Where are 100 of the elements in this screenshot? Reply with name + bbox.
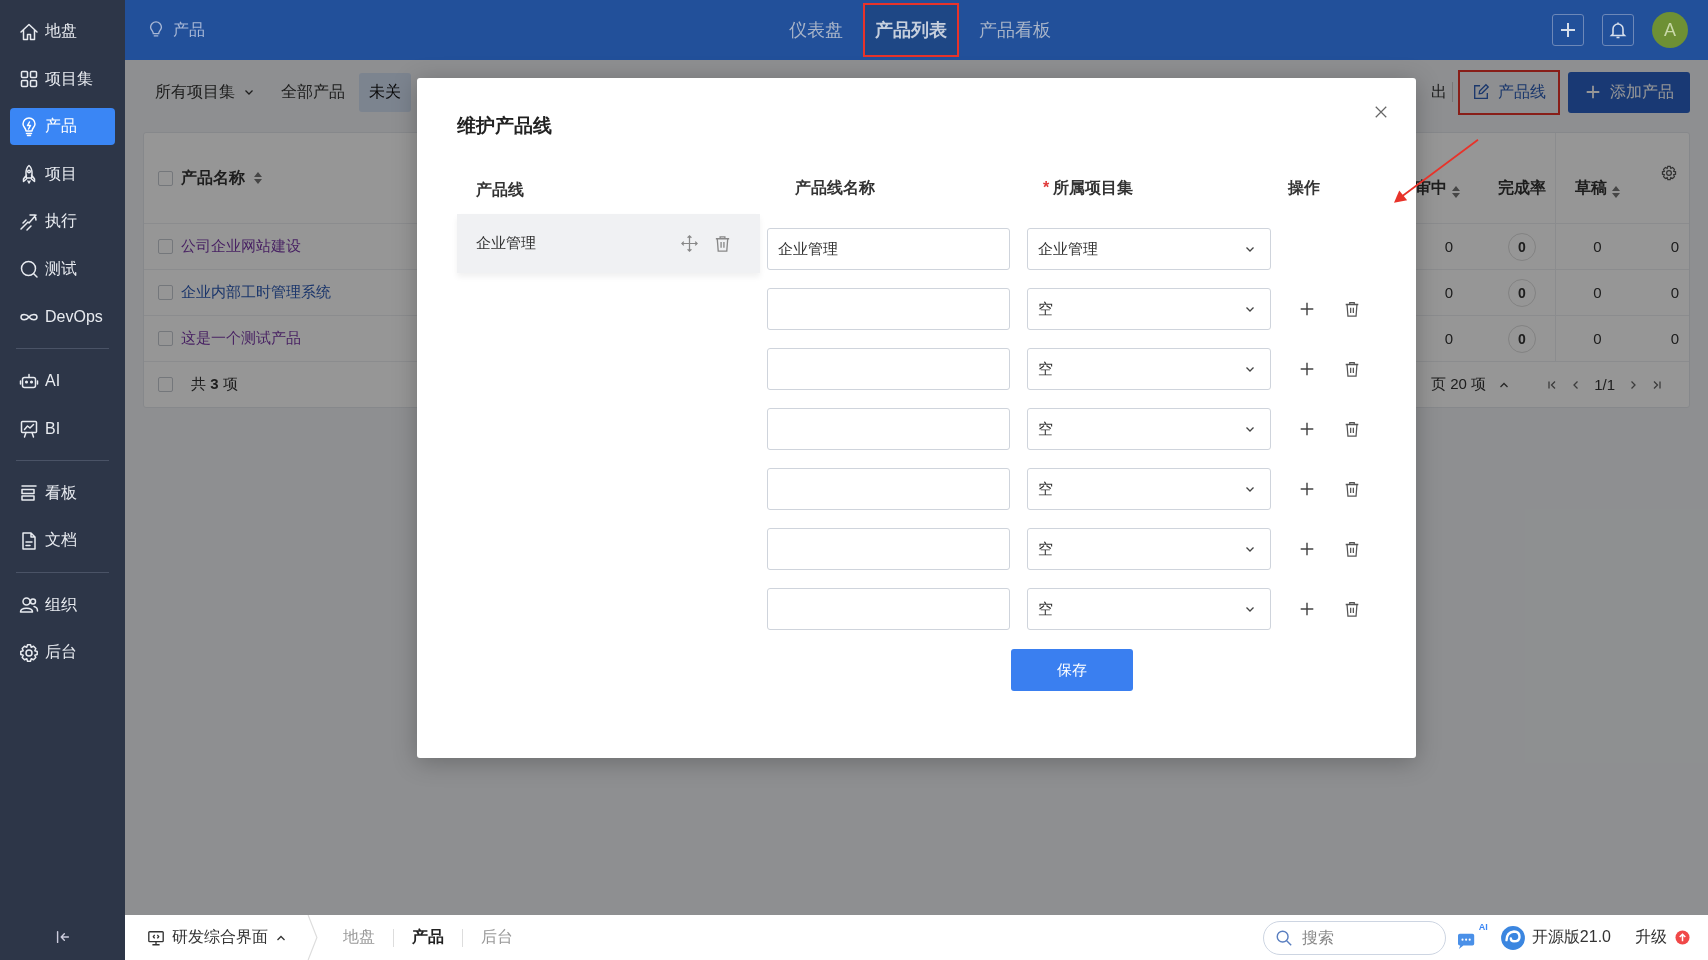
column-header: 操作 [1288,178,1320,196]
nav-tab[interactable]: 产品列表 [863,3,959,57]
program-select[interactable]: 企业管理 [1027,228,1271,270]
program-select[interactable]: 空 [1027,588,1271,630]
search-field[interactable]: 搜索 [1262,920,1446,955]
workspace-switcher[interactable]: 研发综合界面 [147,927,287,948]
trash-icon[interactable] [1343,480,1361,498]
column-header: 所属项目集 [1053,178,1134,196]
program-select[interactable]: 空 [1027,468,1271,510]
table-cell-text: 0 [1669,283,1680,303]
settings-icon[interactable] [1661,165,1677,181]
plus-icon[interactable] [1298,540,1316,558]
checkbox[interactable] [158,239,173,254]
sidebar-item[interactable]: 组织 [10,586,115,624]
name-input[interactable] [767,468,1010,510]
export-button[interactable]: 出 [1431,81,1447,103]
sidebar-item[interactable]: 产品 [10,108,115,145]
upgrade-link[interactable]: 升级 [1635,927,1690,948]
program-select[interactable]: 空 [1027,528,1271,570]
add-product-button[interactable]: 添加产品 [1568,71,1690,113]
total-count: 共 3 项 [191,375,238,394]
home-icon [19,21,39,42]
product-link[interactable]: 这是一个测试产品 [181,329,301,348]
filter-tab[interactable]: 未关 [359,72,411,112]
column-header[interactable]: 完成率 [1498,178,1546,199]
sidebar-item[interactable]: 执行 [10,203,115,240]
checkbox[interactable] [158,170,173,186]
sidebar-item[interactable]: AI [10,362,115,400]
page-indicator: 1/1 [1594,376,1615,393]
product-link[interactable]: 公司企业网站建设 [181,237,301,256]
add-button[interactable] [1552,14,1584,46]
presentation-chart-icon [19,418,39,439]
settings-icon [19,642,39,663]
trash-icon[interactable] [1343,360,1361,378]
checkbox[interactable] [158,285,173,300]
name-input[interactable] [767,288,1010,330]
plus-icon[interactable] [1298,600,1316,618]
trash-icon[interactable] [1343,540,1361,558]
sidebar-item[interactable]: 项目 [10,155,115,193]
sidebar-item[interactable]: BI [10,410,115,447]
table-cell-text: 0 [1669,237,1680,257]
plus-icon[interactable] [1298,480,1316,498]
users-icon [19,595,39,615]
grid-icon [19,69,39,89]
save-button[interactable]: 保存 [1011,649,1133,691]
name-input[interactable] [767,408,1010,450]
nav-tab[interactable]: 仪表盘 [777,3,855,57]
trash-icon[interactable] [1343,600,1361,618]
sidebar-item[interactable]: 文档 [10,522,115,559]
product-line-item[interactable]: 企业管理 [457,214,760,273]
ai-label: AI [1478,921,1488,932]
checkbox[interactable] [158,377,173,392]
notification-button[interactable] [1602,14,1634,46]
name-input[interactable]: 企业管理 [767,228,1010,270]
bell-icon [1608,20,1628,40]
product-link[interactable]: 企业内部工时管理系统 [181,283,331,302]
program-filter[interactable]: 所有项目集 [143,73,267,111]
last-page-icon[interactable] [1651,378,1663,391]
sort-icon[interactable] [1610,185,1621,199]
dialog-title: 维护产品线 [457,114,552,138]
nav-tab[interactable]: 产品看板 [967,3,1063,57]
column-header[interactable]: 草稿 [1574,178,1607,199]
move-icon[interactable] [680,234,699,253]
trash-icon[interactable] [713,234,732,253]
table-cell: 0 [1555,224,1639,269]
sidebar-item[interactable]: 后台 [10,634,115,671]
sidebar-item[interactable]: 看板 [10,474,115,512]
trash-icon[interactable] [1343,420,1361,438]
name-input[interactable] [767,348,1010,390]
sidebar-item[interactable]: DevOps [10,298,115,335]
program-select[interactable]: 空 [1027,348,1271,390]
sidebar-item[interactable]: 测试 [10,250,115,288]
page-size-selector[interactable]: 页 20 项 [1431,375,1487,394]
close-icon[interactable] [1374,105,1388,119]
version-label[interactable]: 开源版21.0 [1499,924,1611,951]
app-tab[interactable]: 产品 [412,927,444,948]
sort-icon[interactable] [1451,185,1461,199]
product-line-button[interactable]: 产品线 [1458,69,1560,115]
plus-icon[interactable] [1298,420,1316,438]
column-header[interactable]: 产品名称 [181,167,245,189]
checkbox[interactable] [158,331,173,346]
up-arrow-icon [1675,930,1690,945]
filter-tab[interactable]: 全部产品 [271,72,355,112]
plus-icon[interactable] [1298,300,1316,318]
name-input[interactable] [767,588,1010,630]
sidebar-item[interactable]: 地盘 [10,13,115,50]
sort-icon[interactable] [253,171,263,185]
required-marker: * [1043,178,1050,196]
column-header: 产品线 [475,180,525,200]
sidebar-item[interactable]: 项目集 [10,60,115,98]
program-select[interactable]: 空 [1027,288,1271,330]
document-icon [19,530,39,551]
plus-icon[interactable] [1298,360,1316,378]
name-input[interactable] [767,528,1010,570]
trash-icon[interactable] [1343,300,1361,318]
lightbulb-icon [147,21,165,39]
program-select[interactable]: 空 [1027,408,1271,450]
plus-icon [1558,20,1578,40]
search-icon [1274,928,1293,947]
table-cell-text: 0 [1669,329,1680,349]
